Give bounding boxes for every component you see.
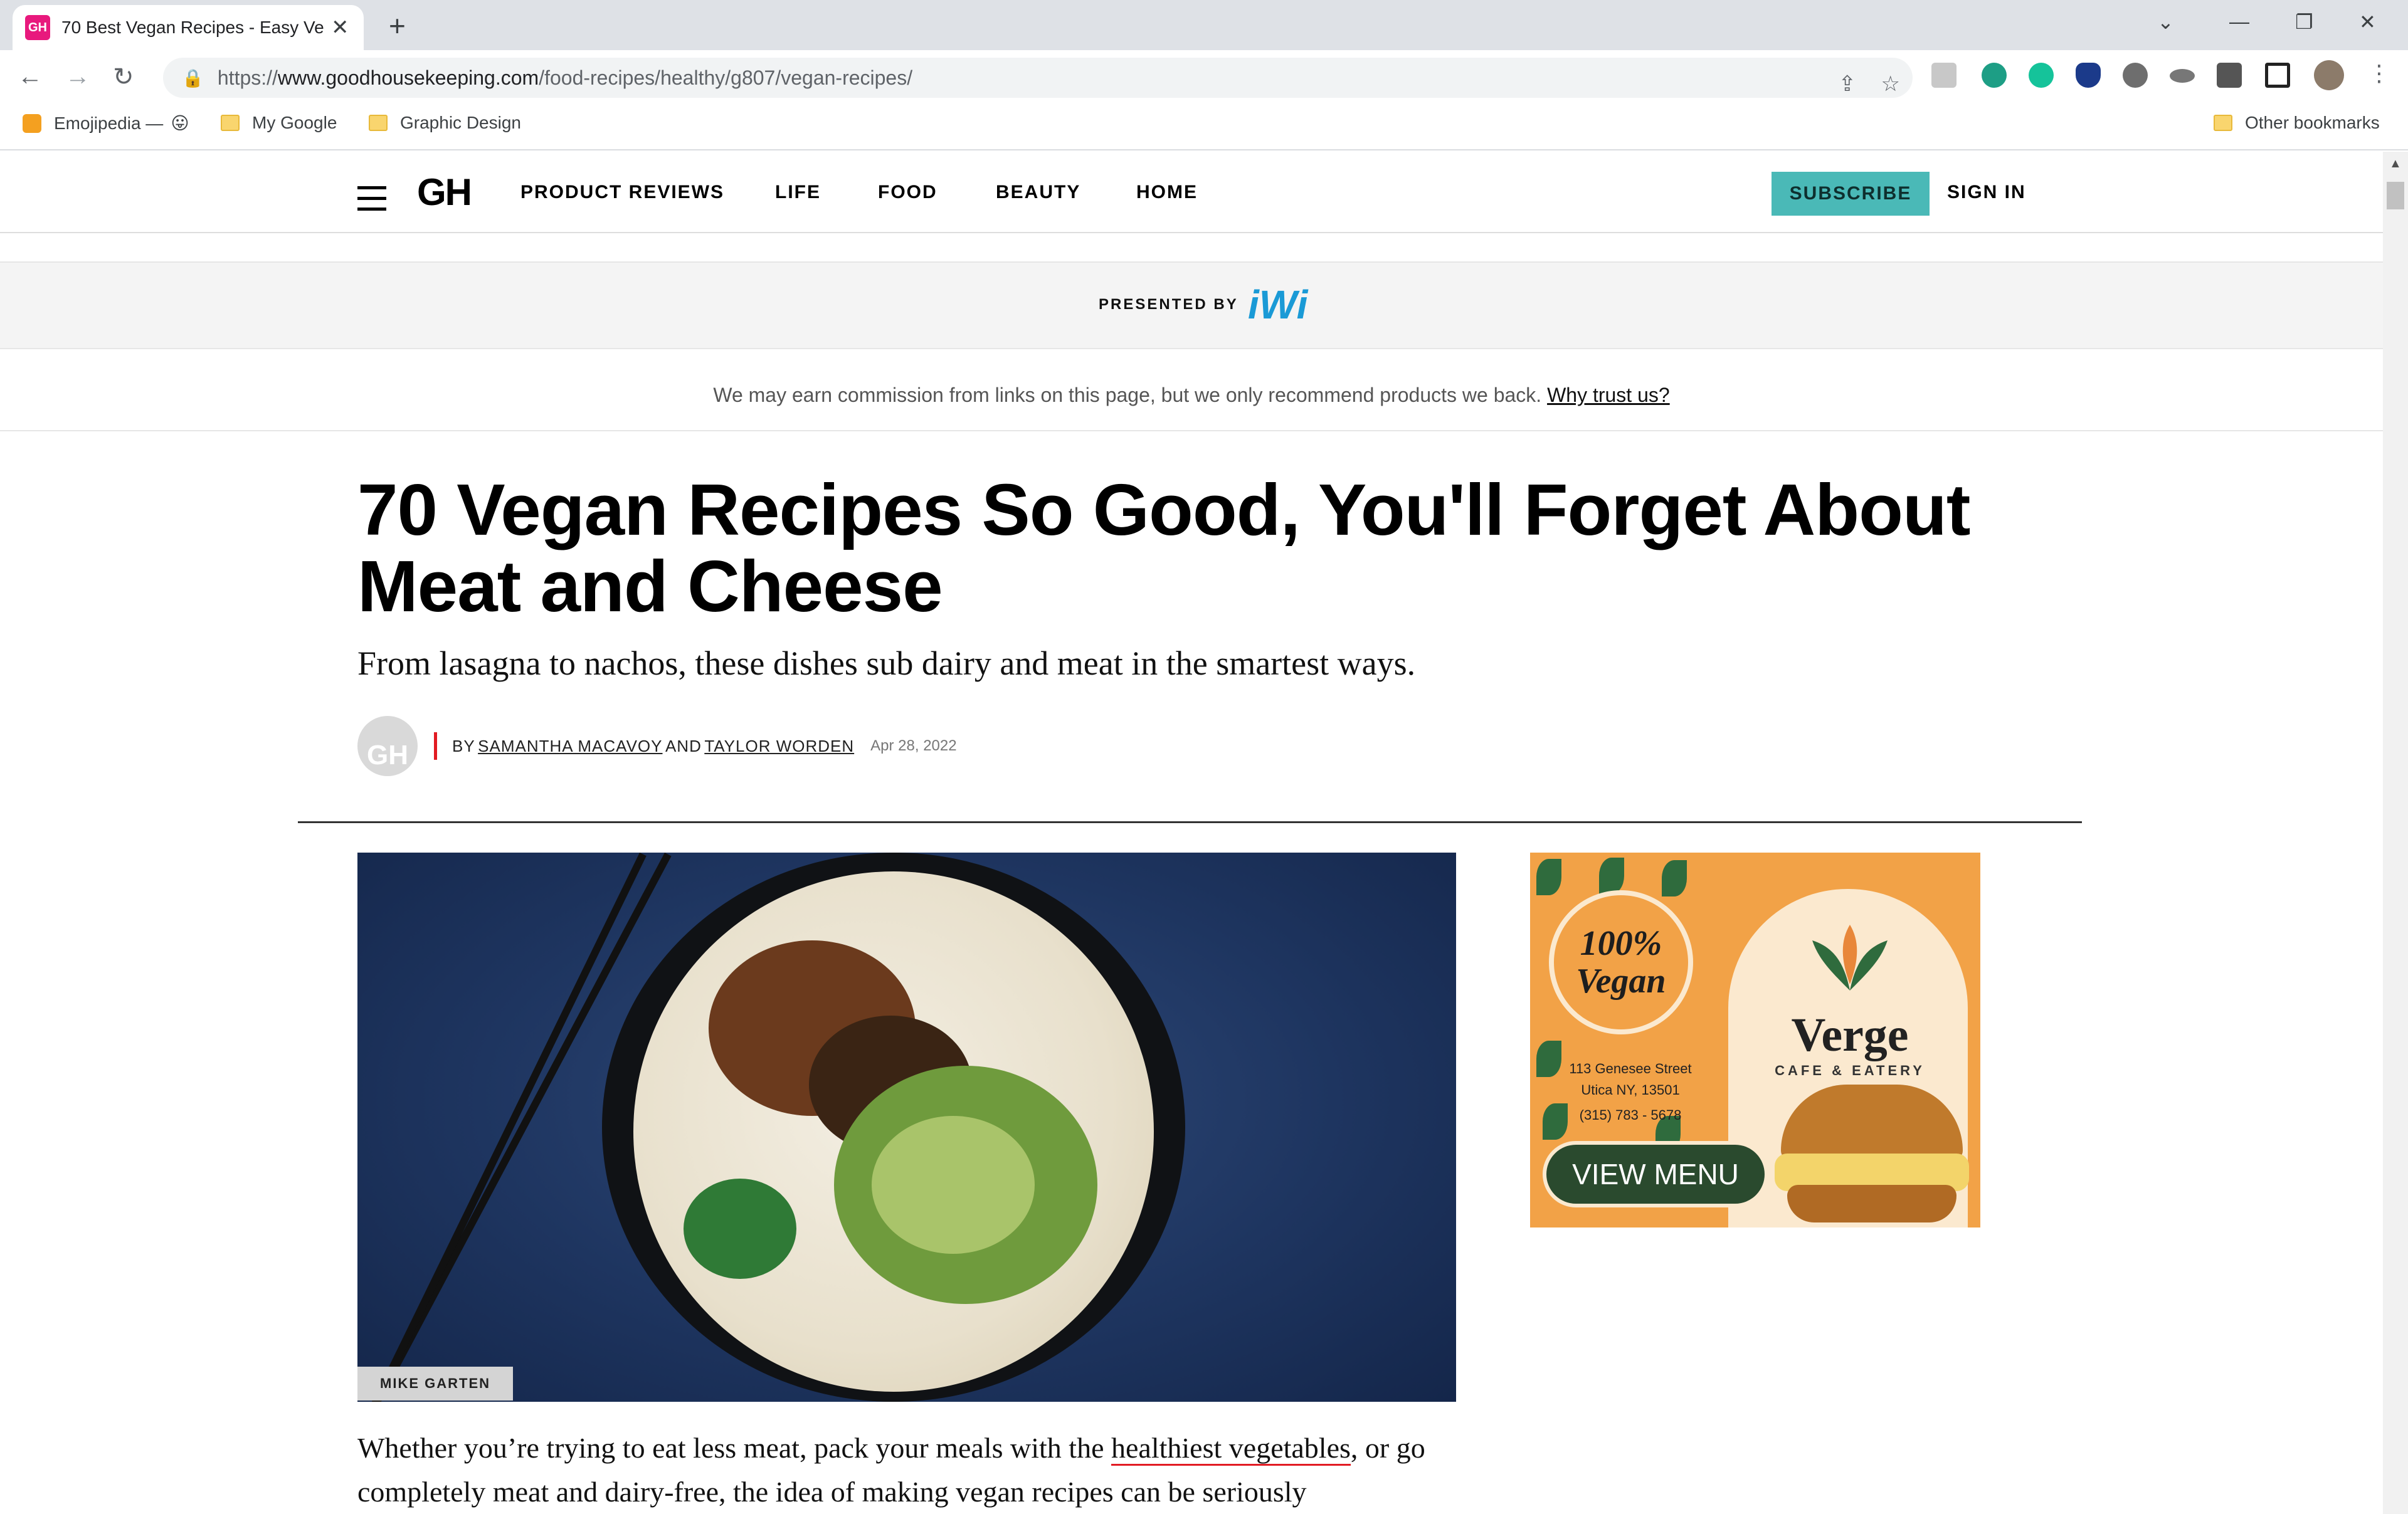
glasses-extension-icon[interactable] bbox=[2170, 69, 2195, 83]
leaf-pattern bbox=[1662, 860, 1687, 896]
vegan-badge: 100% Vegan bbox=[1549, 890, 1693, 1034]
affiliate-disclaimer: We may earn commission from links on thi… bbox=[0, 351, 2383, 431]
bookmark-star-icon[interactable]: ☆ bbox=[1881, 71, 1900, 97]
subscribe-button[interactable]: SUBSCRIBE bbox=[1772, 172, 1930, 216]
bookmark-label: Other bookmarks bbox=[2245, 113, 2380, 132]
wordpress-icon[interactable] bbox=[2123, 63, 2148, 88]
bookmark-label: Emojipedia — bbox=[54, 113, 164, 133]
cilantro bbox=[684, 1179, 796, 1279]
author-link[interactable]: SAMANTHA MACAVOY bbox=[478, 737, 662, 756]
divider bbox=[298, 821, 2082, 823]
nav-life[interactable]: LIFE bbox=[775, 182, 821, 203]
url-text: https://www.goodhousekeeping.com/food-re… bbox=[217, 66, 913, 89]
browser-tabstrip: GH 70 Best Vegan Recipes - Easy Veg ✕ + … bbox=[0, 0, 2408, 50]
heart-extension-icon[interactable] bbox=[2076, 63, 2101, 88]
folder-icon bbox=[2214, 115, 2232, 131]
site-favicon-icon: GH bbox=[25, 15, 50, 40]
author-link[interactable]: TAYLOR WORDEN bbox=[704, 737, 854, 756]
restore-icon[interactable]: ❐ bbox=[2295, 10, 2313, 34]
article-dek: From lasagna to nachos, these dishes sub… bbox=[357, 644, 1416, 682]
tab-title: 70 Best Vegan Recipes - Easy Veg bbox=[61, 18, 325, 37]
back-icon[interactable]: ← bbox=[18, 63, 43, 91]
leaf-pattern bbox=[1536, 859, 1561, 895]
cucumber-slice bbox=[872, 1116, 1035, 1254]
other-bookmarks[interactable]: Other bookmarks bbox=[2214, 113, 2380, 133]
emojipedia-icon bbox=[23, 113, 41, 133]
burger-image bbox=[1787, 1185, 1956, 1222]
share-icon[interactable]: ⇪ bbox=[1839, 71, 1857, 97]
site-logo[interactable]: GH bbox=[417, 171, 472, 214]
address-line: Utica NY, 13501 bbox=[1581, 1082, 1680, 1098]
disclaimer-text: We may earn commission from links on thi… bbox=[713, 384, 1542, 406]
body-text: Whether you’re trying to eat less meat, … bbox=[357, 1432, 1104, 1464]
folder-icon bbox=[369, 115, 388, 131]
sponsor-logo[interactable]: iWi bbox=[1248, 281, 1307, 328]
article-title: 70 Vegan Recipes So Good, You'll Forget … bbox=[357, 469, 1970, 627]
article-body: Whether you’re trying to eat less meat, … bbox=[357, 1426, 1461, 1514]
site-header: GH PRODUCT REVIEWS LIFE FOOD BEAUTY HOME… bbox=[0, 152, 2383, 233]
extension-icon[interactable] bbox=[1982, 63, 2007, 88]
page-scrollbar[interactable]: ▲ bbox=[2383, 152, 2408, 1514]
author-avatar: GH bbox=[357, 716, 418, 776]
web-page: GH PRODUCT REVIEWS LIFE FOOD BEAUTY HOME… bbox=[0, 152, 2383, 1514]
presented-by-label: PRESENTED BY bbox=[1099, 296, 1238, 313]
lock-icon: 🔒 bbox=[182, 68, 204, 88]
ad-brand: Verge bbox=[1791, 1009, 1909, 1061]
badge-text: Vegan bbox=[1576, 962, 1666, 1001]
folder-icon bbox=[221, 115, 240, 131]
publish-date: Apr 28, 2022 bbox=[870, 737, 957, 754]
minimize-icon[interactable]: — bbox=[2229, 10, 2249, 33]
side-panel-icon[interactable] bbox=[2265, 63, 2290, 88]
phone: (315) 783 - 5678 bbox=[1579, 1107, 1682, 1123]
nav-food[interactable]: FOOD bbox=[878, 182, 937, 203]
close-tab-icon[interactable]: ✕ bbox=[331, 15, 349, 40]
grammarly-icon[interactable] bbox=[2029, 63, 2054, 88]
bookmark-label: Graphic Design bbox=[400, 113, 521, 132]
photo-credit: MIKE GARTEN bbox=[357, 1367, 513, 1401]
scrollbar-thumb[interactable] bbox=[2387, 182, 2404, 209]
badge-text: 100% bbox=[1580, 924, 1662, 963]
by-label: BY bbox=[452, 736, 475, 755]
leaf-pattern bbox=[1599, 858, 1624, 894]
address-bar[interactable]: 🔒 https://www.goodhousekeeping.com/food-… bbox=[163, 58, 1913, 98]
bookmark-emojipedia[interactable]: Emojipedia — 😛 bbox=[23, 113, 189, 134]
scroll-up-icon[interactable]: ▲ bbox=[2389, 157, 2402, 171]
close-window-icon[interactable]: ✕ bbox=[2359, 10, 2376, 34]
hero-image: MIKE GARTEN bbox=[357, 853, 1456, 1402]
extensions-puzzle-icon[interactable] bbox=[2217, 63, 2242, 88]
profile-avatar[interactable] bbox=[2314, 60, 2344, 90]
bookmark-my-google[interactable]: My Google bbox=[221, 113, 337, 133]
view-menu-button[interactable]: VIEW MENU bbox=[1543, 1141, 1768, 1207]
nav-product-reviews[interactable]: PRODUCT REVIEWS bbox=[520, 182, 724, 203]
bookmark-graphic-design[interactable]: Graphic Design bbox=[369, 113, 521, 133]
advertisement[interactable]: 100% Vegan Verge CAFE & EATERY 113 Genes… bbox=[1530, 853, 1980, 1227]
smiley-icon: 😛 bbox=[171, 113, 189, 133]
plant-logo-icon bbox=[1812, 925, 1888, 991]
new-tab-icon[interactable]: + bbox=[389, 9, 406, 43]
reload-icon[interactable]: ↻ bbox=[113, 63, 134, 92]
extension-icon[interactable] bbox=[1931, 63, 1956, 88]
nav-beauty[interactable]: BEAUTY bbox=[996, 182, 1080, 203]
forward-icon[interactable]: → bbox=[65, 63, 90, 91]
sign-in-link[interactable]: SIGN IN bbox=[1947, 182, 2026, 203]
bookmarks-bar: Emojipedia — 😛 My Google Graphic Design … bbox=[0, 105, 2408, 150]
ad-tagline: CAFE & EATERY bbox=[1775, 1063, 1925, 1078]
browser-tab-active[interactable]: GH 70 Best Vegan Recipes - Easy Veg ✕ bbox=[13, 5, 364, 50]
byline: GH BY SAMANTHA MACAVOY AND TAYLOR WORDEN… bbox=[357, 716, 957, 776]
address-line: 113 Genesee Street bbox=[1569, 1061, 1692, 1076]
byline-divider bbox=[434, 732, 437, 760]
tab-search-icon[interactable]: ⌄ bbox=[2157, 10, 2174, 34]
bookmark-label: My Google bbox=[252, 113, 337, 132]
browser-menu-icon[interactable]: ⋮ bbox=[2368, 60, 2393, 86]
hamburger-menu-icon[interactable] bbox=[357, 186, 386, 218]
healthiest-vegetables-link[interactable]: healthiest vegetables bbox=[1111, 1432, 1351, 1466]
why-trust-us-link[interactable]: Why trust us? bbox=[1547, 384, 1670, 406]
ad-address: 113 Genesee Street Utica NY, 13501 (315)… bbox=[1555, 1058, 1706, 1126]
sponsor-banner: PRESENTED BY iWi bbox=[0, 261, 2383, 349]
nav-home[interactable]: HOME bbox=[1136, 182, 1198, 203]
and-label: AND bbox=[665, 736, 702, 755]
